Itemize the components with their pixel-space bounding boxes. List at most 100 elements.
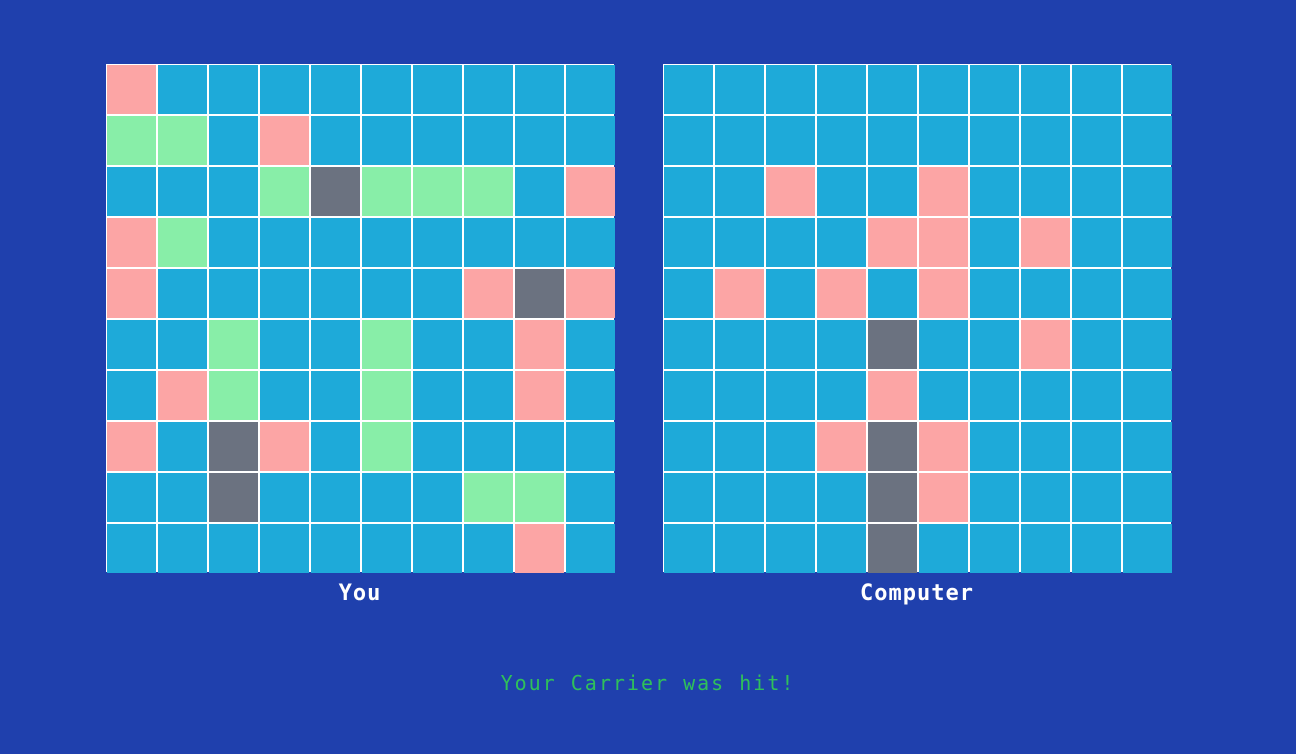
computer-cell-water[interactable] — [766, 218, 815, 267]
computer-board[interactable] — [663, 64, 1172, 573]
computer-cell-water[interactable] — [817, 320, 866, 369]
computer-cell-water[interactable] — [970, 167, 1019, 216]
computer-cell-water[interactable] — [970, 473, 1019, 522]
computer-cell-miss[interactable] — [868, 422, 917, 471]
computer-cell-water[interactable] — [766, 320, 815, 369]
computer-cell-water[interactable] — [817, 218, 866, 267]
computer-cell-water[interactable] — [715, 422, 764, 471]
computer-cell-water[interactable] — [1123, 422, 1172, 471]
computer-cell-water[interactable] — [1021, 422, 1070, 471]
computer-cell-water[interactable] — [664, 65, 713, 114]
computer-cell-water[interactable] — [766, 116, 815, 165]
computer-cell-water[interactable] — [1021, 473, 1070, 522]
computer-cell-water[interactable] — [1123, 371, 1172, 420]
computer-cell-water[interactable] — [1021, 269, 1070, 318]
computer-cell-water[interactable] — [715, 65, 764, 114]
computer-cell-water[interactable] — [919, 65, 968, 114]
computer-cell-water[interactable] — [664, 116, 713, 165]
computer-cell-water[interactable] — [970, 320, 1019, 369]
computer-cell-water[interactable] — [817, 65, 866, 114]
computer-cell-water[interactable] — [1072, 320, 1121, 369]
computer-cell-water[interactable] — [970, 269, 1019, 318]
computer-cell-water[interactable] — [1123, 218, 1172, 267]
computer-cell-water[interactable] — [970, 422, 1019, 471]
computer-cell-water[interactable] — [1072, 371, 1121, 420]
computer-cell-water[interactable] — [817, 371, 866, 420]
computer-cell-water[interactable] — [664, 524, 713, 573]
computer-cell-water[interactable] — [715, 524, 764, 573]
computer-cell-water[interactable] — [664, 269, 713, 318]
computer-cell-water[interactable] — [664, 371, 713, 420]
computer-cell-hit[interactable] — [1021, 320, 1070, 369]
computer-cell-water[interactable] — [1123, 167, 1172, 216]
computer-cell-water[interactable] — [1021, 167, 1070, 216]
computer-cell-hit[interactable] — [919, 473, 968, 522]
computer-cell-miss[interactable] — [868, 320, 917, 369]
computer-cell-hit[interactable] — [817, 269, 866, 318]
computer-cell-water[interactable] — [766, 524, 815, 573]
computer-cell-hit[interactable] — [919, 269, 968, 318]
computer-cell-water[interactable] — [817, 116, 866, 165]
computer-cell-water[interactable] — [1123, 269, 1172, 318]
computer-cell-water[interactable] — [919, 371, 968, 420]
computer-cell-water[interactable] — [970, 218, 1019, 267]
computer-cell-water[interactable] — [1123, 320, 1172, 369]
computer-cell-water[interactable] — [664, 422, 713, 471]
computer-cell-water[interactable] — [1072, 422, 1121, 471]
computer-cell-water[interactable] — [664, 320, 713, 369]
computer-cell-water[interactable] — [664, 167, 713, 216]
computer-cell-hit[interactable] — [919, 167, 968, 216]
computer-cell-water[interactable] — [766, 269, 815, 318]
computer-cell-water[interactable] — [1072, 65, 1121, 114]
computer-cell-water[interactable] — [868, 167, 917, 216]
computer-cell-hit[interactable] — [766, 167, 815, 216]
computer-cell-water[interactable] — [919, 320, 968, 369]
computer-cell-water[interactable] — [664, 218, 713, 267]
computer-cell-miss[interactable] — [868, 524, 917, 573]
computer-cell-water[interactable] — [766, 473, 815, 522]
computer-cell-water[interactable] — [664, 473, 713, 522]
computer-cell-water[interactable] — [817, 167, 866, 216]
computer-cell-hit[interactable] — [919, 218, 968, 267]
computer-cell-water[interactable] — [1021, 116, 1070, 165]
computer-cell-water[interactable] — [1123, 65, 1172, 114]
computer-cell-water[interactable] — [1072, 473, 1121, 522]
computer-cell-water[interactable] — [970, 65, 1019, 114]
computer-cell-hit[interactable] — [868, 218, 917, 267]
computer-cell-hit[interactable] — [868, 371, 917, 420]
computer-cell-hit[interactable] — [817, 422, 866, 471]
computer-cell-water[interactable] — [919, 524, 968, 573]
computer-cell-water[interactable] — [715, 473, 764, 522]
computer-cell-water[interactable] — [1072, 218, 1121, 267]
computer-cell-water[interactable] — [1021, 524, 1070, 573]
computer-cell-water[interactable] — [715, 218, 764, 267]
computer-cell-water[interactable] — [766, 371, 815, 420]
computer-cell-water[interactable] — [1021, 65, 1070, 114]
computer-cell-water[interactable] — [766, 422, 815, 471]
computer-cell-water[interactable] — [1072, 116, 1121, 165]
computer-cell-water[interactable] — [766, 65, 815, 114]
computer-cell-water[interactable] — [868, 65, 917, 114]
computer-cell-water[interactable] — [868, 269, 917, 318]
computer-cell-water[interactable] — [970, 371, 1019, 420]
computer-cell-water[interactable] — [1123, 524, 1172, 573]
computer-cell-water[interactable] — [970, 116, 1019, 165]
computer-cell-water[interactable] — [970, 524, 1019, 573]
computer-cell-water[interactable] — [1072, 269, 1121, 318]
computer-cell-hit[interactable] — [715, 269, 764, 318]
computer-cell-miss[interactable] — [868, 473, 917, 522]
computer-cell-water[interactable] — [919, 116, 968, 165]
computer-cell-water[interactable] — [1021, 371, 1070, 420]
computer-cell-water[interactable] — [1123, 116, 1172, 165]
computer-cell-hit[interactable] — [1021, 218, 1070, 267]
computer-cell-water[interactable] — [868, 116, 917, 165]
computer-cell-water[interactable] — [1072, 524, 1121, 573]
computer-cell-water[interactable] — [715, 116, 764, 165]
computer-cell-water[interactable] — [1123, 473, 1172, 522]
computer-cell-water[interactable] — [715, 320, 764, 369]
computer-cell-water[interactable] — [715, 167, 764, 216]
computer-cell-hit[interactable] — [919, 422, 968, 471]
computer-cell-water[interactable] — [1072, 167, 1121, 216]
computer-cell-water[interactable] — [817, 473, 866, 522]
computer-cell-water[interactable] — [715, 371, 764, 420]
